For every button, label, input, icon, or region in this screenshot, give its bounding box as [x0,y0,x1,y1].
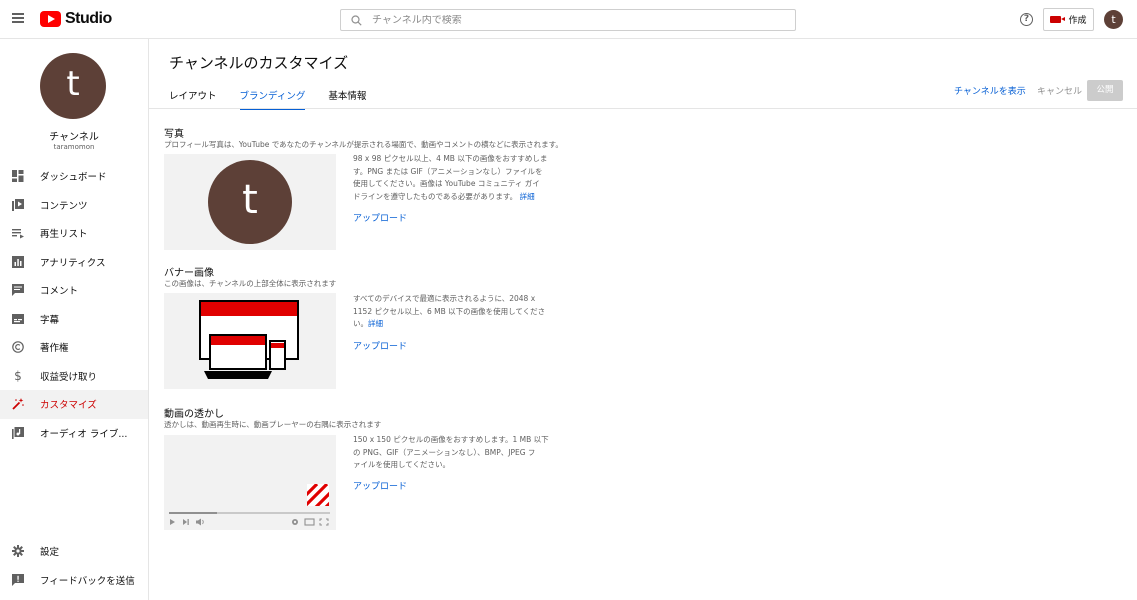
tab-basic-info[interactable]: 基本情報 [328,82,366,108]
account-avatar[interactable]: t [1104,10,1123,29]
banner-info-line: すべてのデバイスで最適に表示されるように、2048 x [353,294,536,303]
banner-upload-button[interactable]: アップロード [353,339,407,352]
banner-details-link[interactable]: 詳細 [368,319,383,328]
sidebar-item-label: ダッシュボード [40,172,107,184]
sidebar-item-label: コンテンツ [40,200,88,212]
gear-icon [12,545,24,558]
tab-layout[interactable]: レイアウト [169,82,217,108]
player-progress-bar[interactable] [169,512,330,514]
profile-photo: t [208,160,292,244]
sidebar-item-copyright[interactable]: 著作権 [0,333,148,362]
sidebar-item-label: 字幕 [40,314,60,326]
photo-section-description: プロフィール写真は、YouTube であなたのチャンネルが提示される場面で、動画… [164,140,563,149]
dashboard-icon [12,170,24,183]
comment-icon [12,284,24,297]
sidebar-item-label: カスタマイズ [40,400,97,412]
tab-bar: レイアウト ブランディング 基本情報 [169,82,366,110]
channel-name: チャンネル [49,132,99,143]
sidebar-item-analytics[interactable]: アナリティクス [0,248,148,277]
main-content: チャンネルのカスタマイズ レイアウト ブランディング 基本情報 チャンネルを表示… [149,39,1137,600]
sidebar-item-label: 設定 [40,547,60,559]
watermark-info-line: 150 x 150 ピクセルの画像をおすすめします。1 MB 以下 [353,435,549,444]
video-camera-icon [1050,16,1066,23]
devices-illustration [199,300,299,379]
photo-info: 98 x 98 ピクセル以上、4 MB 以下の画像をおすすめしま す。PNG ま… [353,153,549,203]
search-box[interactable] [340,9,796,31]
playlist-icon [12,227,24,239]
banner-preview [164,293,336,389]
help-icon[interactable]: ? [1020,13,1033,26]
watermark-preview [164,435,336,530]
watermark-info-line: の PNG、GIF（アニメーションなし）、BMP、JPEG フ [353,447,536,457]
youtube-play-icon [40,11,61,27]
photo-section-title: 写真 [164,129,184,140]
sidebar-nav: ダッシュボード コンテンツ 再生リスト アナリティクス コメント 字幕 著作権 … [0,162,148,447]
banner-section-title: バナー画像 [164,268,214,279]
youtube-studio-logo[interactable]: Studio [40,10,112,28]
feedback-icon [12,573,24,586]
audio-library-icon [12,426,24,439]
sidebar-item-audio-library[interactable]: オーディオ ライブ... [0,419,148,448]
channel-avatar[interactable]: t [40,53,106,119]
sidebar-bottom-nav: 設定 フィードバックを送信 [0,537,148,594]
watermark-info: 150 x 150 ピクセルの画像をおすすめします。1 MB 以下 の PNG、… [353,434,549,472]
tab-branding[interactable]: ブランディング [239,82,305,110]
photo-info-line: 98 x 98 ピクセル以上、4 MB 以下の画像をおすすめしま [353,154,548,163]
sidebar-item-subtitles[interactable]: 字幕 [0,305,148,334]
sidebar-item-content[interactable]: コンテンツ [0,191,148,220]
photo-upload-button[interactable]: アップロード [353,211,407,224]
magic-wand-icon [12,398,24,410]
publish-button[interactable]: 公開 [1087,80,1123,101]
watermark-placeholder-icon [307,484,329,506]
photo-info-line: す。PNG または GIF（アニメーションなし）ファイルを [353,166,543,176]
create-button-label: 作成 [1068,16,1087,26]
sidebar: t チャンネル taramomon ダッシュボード コンテンツ 再生リスト アナ… [0,39,149,600]
banner-info-line: い。 [353,319,368,328]
search-input[interactable] [372,14,772,26]
watermark-info-line: ァイルを使用してください。 [353,460,451,469]
content-icon [12,198,24,211]
sidebar-item-label: オーディオ ライブ... [40,428,128,440]
sidebar-item-label: 著作権 [40,343,69,355]
watermark-section-title: 動画の透かし [164,409,224,420]
sidebar-item-monetization[interactable]: $ 収益受け取り [0,362,148,391]
search-icon [351,14,362,26]
menu-icon[interactable] [12,13,24,23]
subtitles-icon [12,313,24,325]
photo-info-line: ドラインを遵守したものである必要があります。 [353,191,518,201]
sidebar-item-comments[interactable]: コメント [0,276,148,305]
player-progress-fill [169,512,218,514]
tabs-divider [149,108,1137,109]
cancel-button[interactable]: キャンセル [1037,84,1082,97]
view-channel-link[interactable]: チャンネルを表示 [954,84,1026,97]
sidebar-item-label: アナリティクス [40,257,106,269]
sidebar-item-label: コメント [40,286,79,298]
banner-info: すべてのデバイスで最適に表示されるように、2048 x 1152 ピクセル以上、… [353,293,549,331]
photo-preview: t [164,154,336,250]
watermark-upload-button[interactable]: アップロード [353,479,407,492]
create-button[interactable]: 作成 [1043,8,1094,31]
banner-info-line: 1152 ピクセル以上、6 MB 以下の画像を使用してくださ [353,306,546,316]
logo-text: Studio [65,10,112,27]
sidebar-item-settings[interactable]: 設定 [0,537,148,566]
sidebar-item-customization[interactable]: カスタマイズ [0,390,148,419]
banner-section-description: この画像は、チャンネルの上部全体に表示されます [164,279,337,288]
sidebar-item-label: フィードバックを送信 [40,575,135,587]
copyright-icon [12,341,24,354]
player-controls [170,518,329,526]
sidebar-item-label: 再生リスト [40,229,88,241]
photo-details-link[interactable]: 詳細 [520,192,535,201]
sidebar-item-label: 収益受け取り [40,371,98,383]
sidebar-item-playlists[interactable]: 再生リスト [0,219,148,248]
page-title: チャンネルのカスタマイズ [169,54,349,72]
sidebar-item-feedback[interactable]: フィードバックを送信 [0,566,148,595]
analytics-icon [12,255,24,268]
photo-info-line: 使用してください。画像は YouTube コミュニティ ガイ [353,179,540,188]
sidebar-item-dashboard[interactable]: ダッシュボード [0,162,148,191]
watermark-section-description: 透かしは、動画再生時に、動画プレーヤーの右隅に表示されます [164,420,382,429]
dollar-icon: $ [14,368,22,383]
channel-handle: taramomon [53,143,95,151]
top-bar: Studio ? 作成 t [0,0,1137,39]
